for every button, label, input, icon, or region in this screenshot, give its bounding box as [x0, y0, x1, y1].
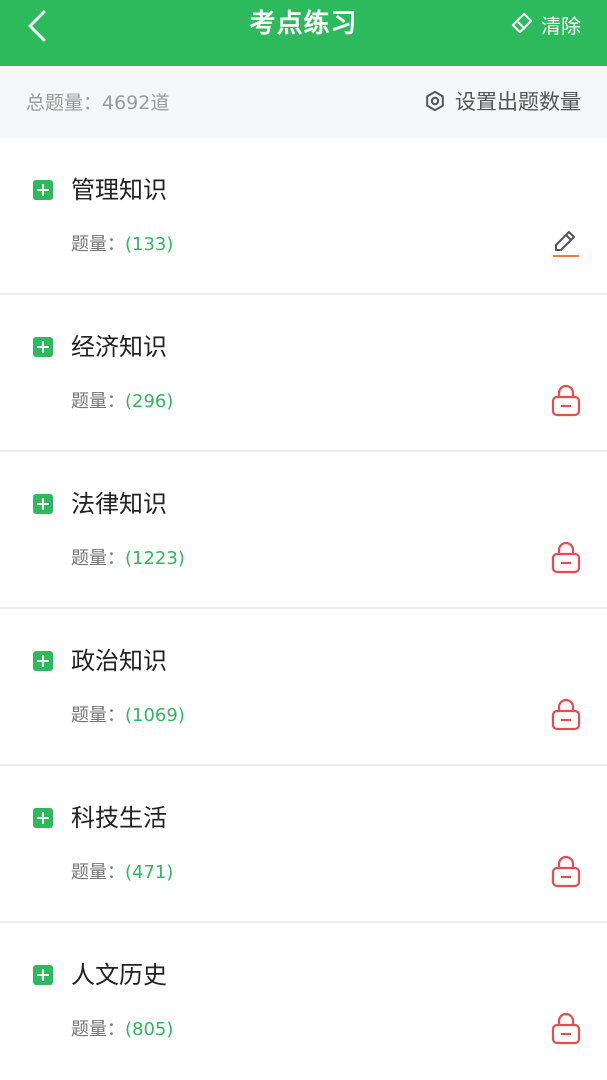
count-label: 题量： — [71, 862, 125, 883]
item-title: 法律知识 — [71, 490, 167, 518]
count-value: (1069) — [125, 705, 185, 726]
list-item[interactable]: 法律知识 题量：(1223) — [0, 452, 607, 609]
eraser-icon — [511, 12, 533, 34]
lock-icon[interactable] — [551, 697, 581, 731]
item-count: 题量：(133) — [71, 233, 173, 257]
lock-icon[interactable] — [551, 1011, 581, 1045]
item-title: 人文历史 — [71, 961, 167, 989]
count-label: 题量： — [71, 234, 125, 255]
item-count: 题量：(471) — [71, 861, 173, 885]
item-count: 题量：(805) — [71, 1018, 173, 1042]
item-count: 题量：(1069) — [71, 704, 185, 728]
expand-plus-icon[interactable] — [33, 965, 53, 985]
lock-icon[interactable] — [551, 540, 581, 574]
count-label: 题量： — [71, 391, 125, 412]
list-item[interactable]: 管理知识 题量：(133) — [0, 138, 607, 295]
count-label: 题量： — [71, 1019, 125, 1040]
list-item[interactable]: 科技生活 题量：(471) — [0, 766, 607, 923]
top-bar: 考点练习 清除 — [0, 0, 607, 66]
gear-icon — [426, 90, 444, 112]
item-title: 政治知识 — [71, 647, 167, 675]
expand-plus-icon[interactable] — [33, 337, 53, 357]
expand-plus-icon[interactable] — [33, 494, 53, 514]
expand-plus-icon[interactable] — [33, 808, 53, 828]
count-label: 题量： — [71, 705, 125, 726]
item-count: 题量：(296) — [71, 390, 173, 414]
count-value: (296) — [125, 391, 174, 412]
item-title: 科技生活 — [71, 804, 167, 832]
expand-plus-icon[interactable] — [33, 651, 53, 671]
total-question-count: 总题量：4692道 — [26, 92, 170, 114]
list-item[interactable]: 经济知识 题量：(296) — [0, 295, 607, 452]
clear-button[interactable]: 清除 — [511, 10, 581, 38]
item-title: 经济知识 — [71, 333, 167, 361]
item-title: 管理知识 — [71, 176, 167, 204]
count-label: 题量： — [71, 548, 125, 569]
count-value: (133) — [125, 234, 174, 255]
settings-label: 设置出题数量 — [455, 90, 581, 114]
clear-label: 清除 — [541, 13, 581, 38]
summary-bar: 总题量：4692道 设置出题数量 — [0, 66, 607, 138]
topic-list: 管理知识 题量：(133) 经济知识 题量：(296) 法律知识 题量：(122… — [0, 138, 607, 1080]
count-value: (1223) — [125, 548, 185, 569]
lock-icon[interactable] — [551, 383, 581, 417]
count-value: (805) — [125, 1019, 174, 1040]
expand-plus-icon[interactable] — [33, 180, 53, 200]
lock-icon[interactable] — [551, 854, 581, 888]
pencil-icon[interactable] — [551, 226, 581, 260]
count-value: (471) — [125, 862, 174, 883]
list-item[interactable]: 政治知识 题量：(1069) — [0, 609, 607, 766]
set-question-count-button[interactable]: 设置出题数量 — [423, 86, 581, 116]
list-item[interactable]: 人文历史 题量：(805) — [0, 923, 607, 1080]
item-count: 题量：(1223) — [71, 547, 185, 571]
